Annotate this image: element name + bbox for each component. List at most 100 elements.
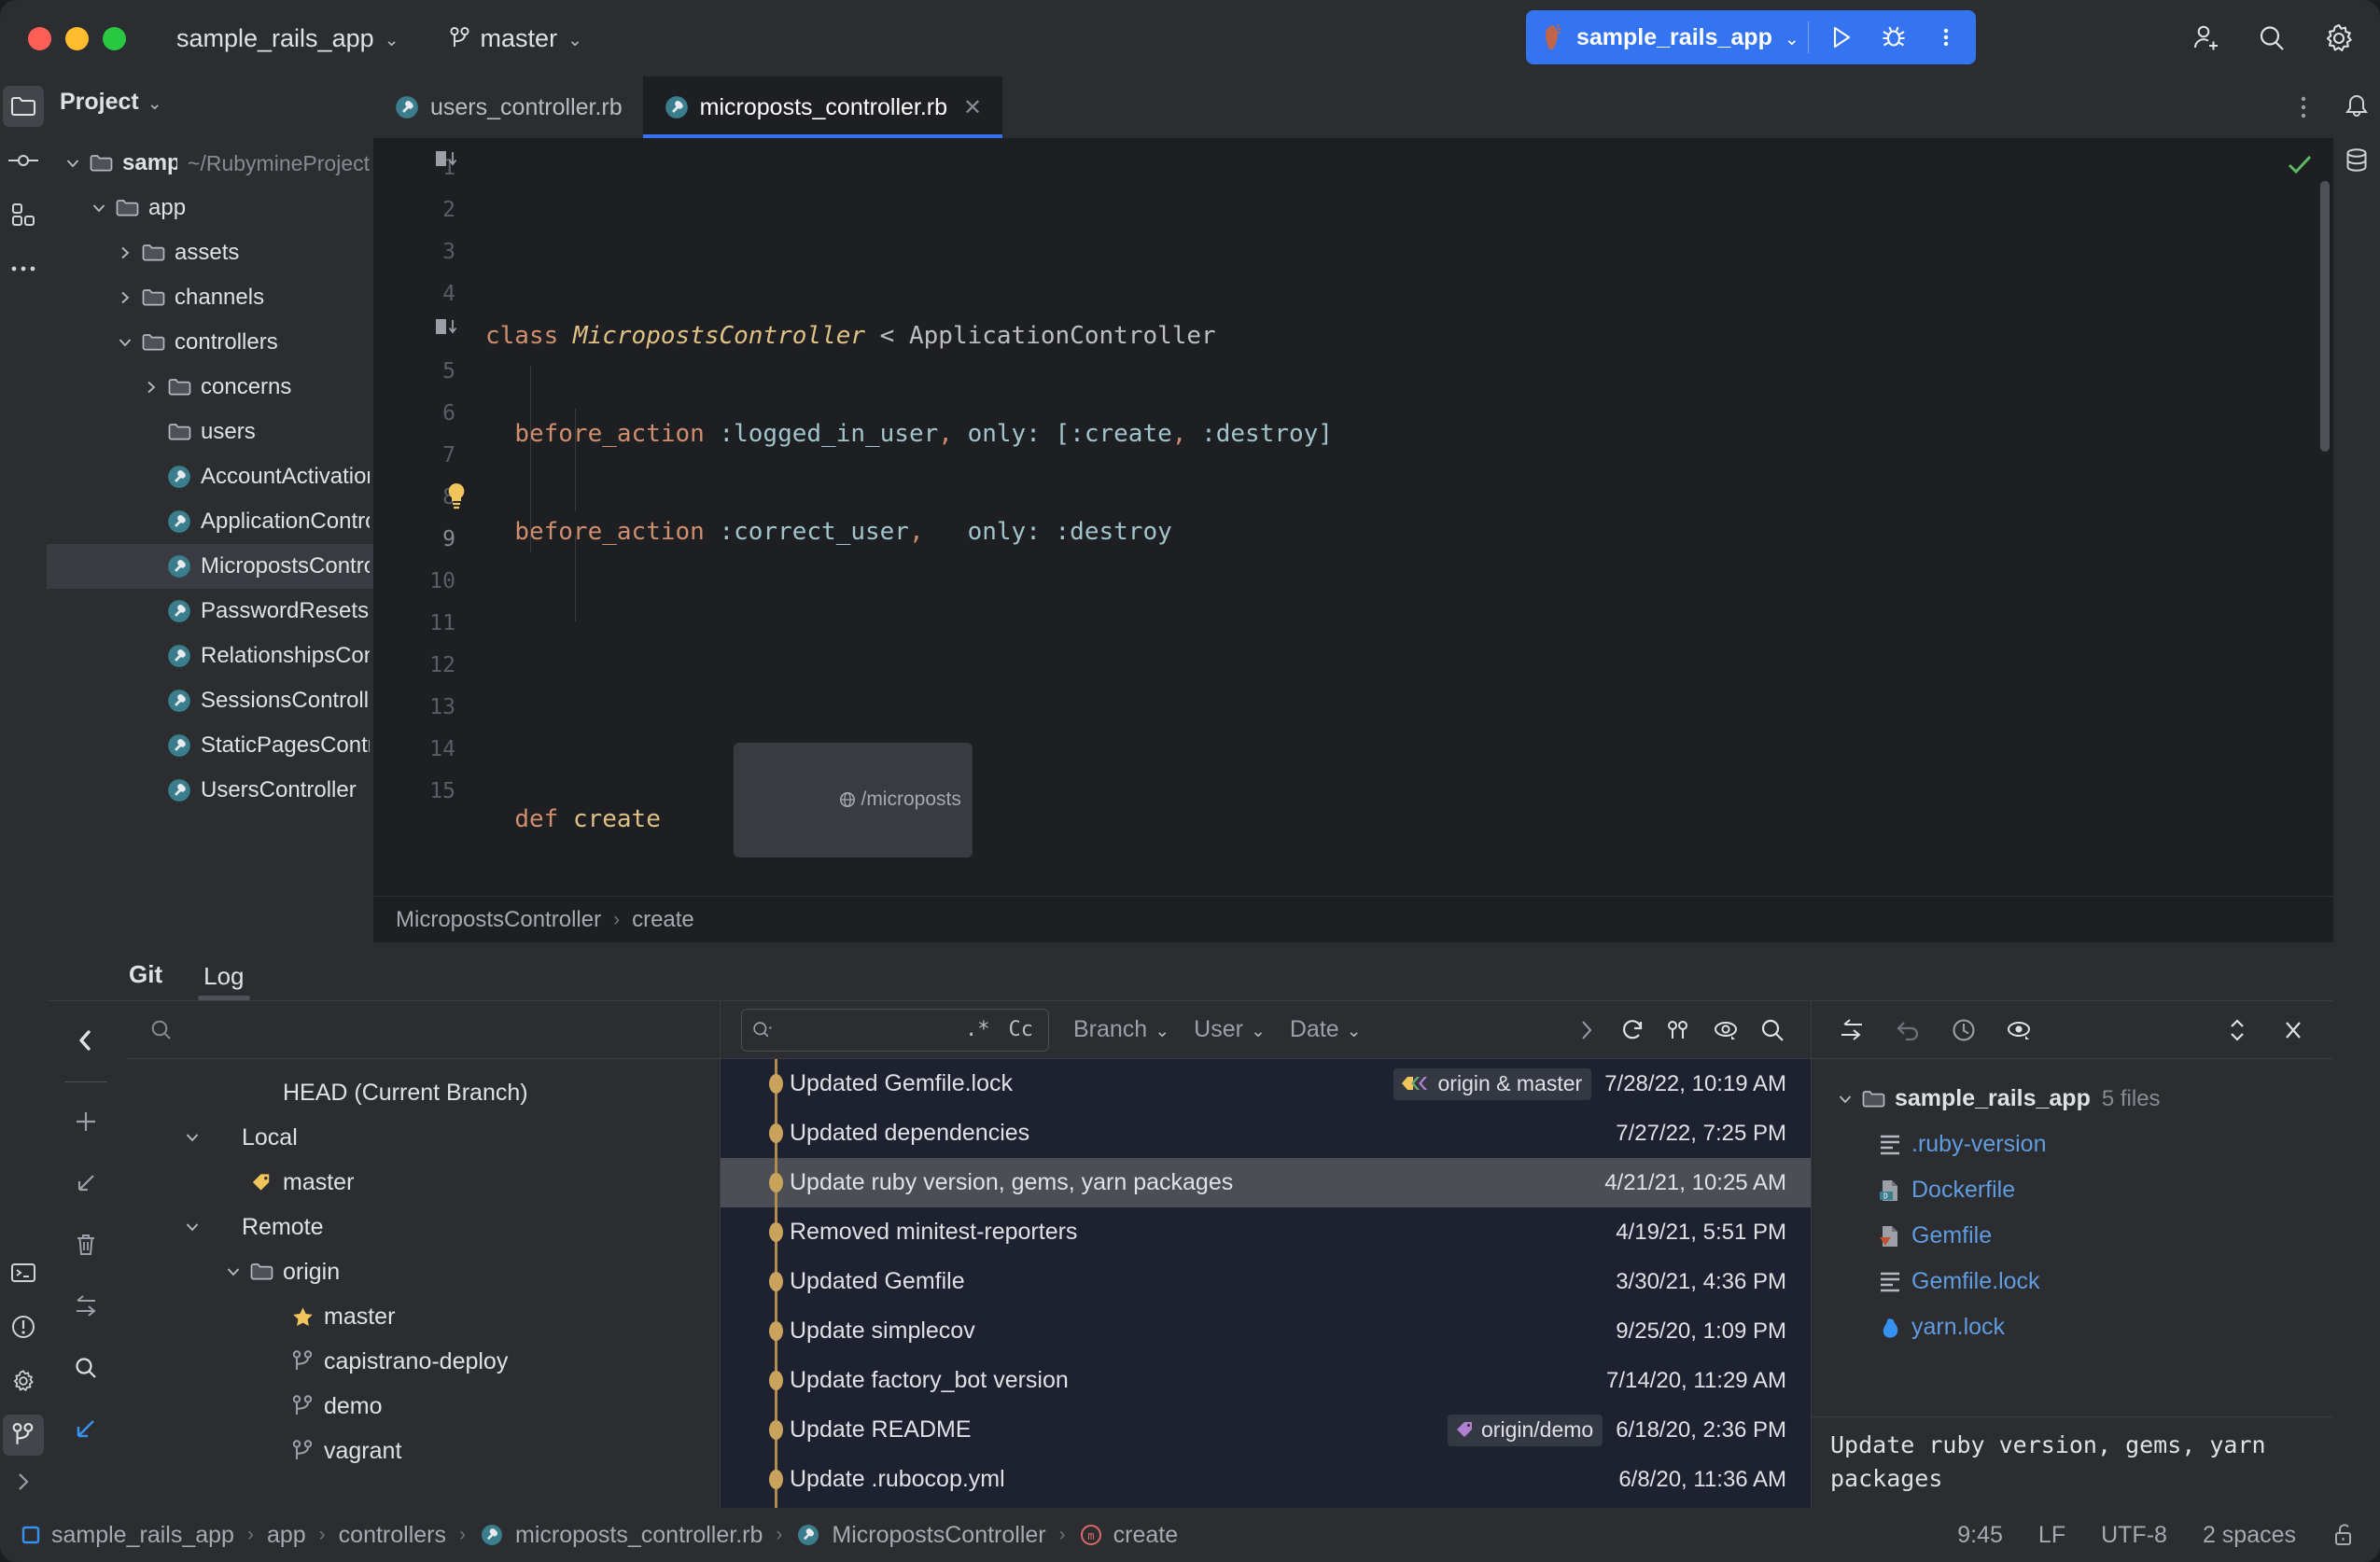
changed-file-row[interactable]: yarn.lock bbox=[1812, 1304, 2333, 1350]
editor-gutter[interactable]: 1 2 3 4 5 6 7 8 9 10 11 12 13 14 15 bbox=[373, 138, 465, 896]
commit-row[interactable]: Change EnforcedStyle to double_quotes6/8… bbox=[721, 1504, 1811, 1508]
maximize-window-button[interactable] bbox=[103, 26, 126, 50]
close-window-button[interactable] bbox=[28, 26, 51, 50]
project-tool-icon[interactable] bbox=[3, 86, 44, 127]
debug-button[interactable] bbox=[1869, 15, 1918, 60]
commit-search-field[interactable]: .* Cc bbox=[741, 1008, 1049, 1052]
project-tree-item[interactable]: PasswordResetsController bbox=[47, 589, 373, 634]
commit-ref-label[interactable]: origin/demo bbox=[1448, 1414, 1603, 1446]
status-breadcrumb-label[interactable]: controllers bbox=[339, 1522, 446, 1549]
search-icon[interactable] bbox=[60, 1342, 112, 1394]
changed-file-row[interactable]: Gemfile bbox=[1812, 1213, 2333, 1259]
code-text[interactable]: class MicropostsController < Application… bbox=[465, 138, 2333, 896]
filter-date[interactable]: Date ⌄ bbox=[1290, 1016, 1362, 1043]
commit-row[interactable]: Update factory_bot version 7/14/20, 11:29… bbox=[721, 1356, 1811, 1405]
revert-icon[interactable] bbox=[1884, 1007, 1931, 1053]
project-tree-item[interactable]: ApplicationController bbox=[47, 499, 373, 544]
branch-tree-item[interactable]: Local bbox=[125, 1115, 720, 1160]
tree-arrow-icon[interactable] bbox=[112, 334, 138, 351]
collapse-icon[interactable] bbox=[60, 1014, 112, 1067]
delete-icon[interactable] bbox=[60, 1219, 112, 1271]
add-icon[interactable] bbox=[60, 1095, 112, 1148]
changed-files-root[interactable]: sample_rails_app 5 files bbox=[1812, 1076, 2333, 1122]
run-method-gutter-icon[interactable] bbox=[435, 317, 459, 338]
status-breadcrumb-method[interactable]: m create bbox=[1079, 1522, 1178, 1549]
chevron-right-icon[interactable] bbox=[1562, 1007, 1609, 1053]
branch-tree-item[interactable]: demo bbox=[125, 1384, 720, 1429]
git-tool-icon[interactable] bbox=[3, 1415, 44, 1456]
editor-scrollbar[interactable] bbox=[2320, 181, 2330, 452]
commit-list[interactable]: Updated Gemfile.lock origin & master 7/28/… bbox=[721, 1059, 1811, 1508]
caret-position[interactable]: 9:45 bbox=[1957, 1522, 2003, 1549]
project-tree-item[interactable]: controllers bbox=[47, 320, 373, 365]
search-icon[interactable] bbox=[2251, 18, 2292, 59]
tree-arrow-icon[interactable] bbox=[60, 155, 86, 172]
commit-row[interactable]: Updated Gemfile 3/30/21, 4:36 PM bbox=[721, 1257, 1811, 1306]
project-selector[interactable]: sample_rails_app ⌄ bbox=[165, 18, 411, 60]
branch-filter-field[interactable] bbox=[125, 1001, 720, 1059]
chevron-down-icon[interactable]: ⌄ bbox=[147, 95, 162, 113]
tree-arrow-icon[interactable] bbox=[112, 289, 138, 306]
minimize-window-button[interactable] bbox=[65, 26, 89, 50]
indent-setting[interactable]: 2 spaces bbox=[2203, 1522, 2296, 1549]
editor-tab[interactable]: users_controller.rb bbox=[373, 77, 643, 138]
commit-tool-icon[interactable] bbox=[3, 140, 44, 181]
breadcrumb-item[interactable]: MicropostsController bbox=[396, 907, 601, 933]
commit-row[interactable]: Removed minitest-reporters 4/19/21, 5:51 … bbox=[721, 1207, 1811, 1257]
route-badge-row[interactable]: /microposts bbox=[465, 707, 2333, 858]
filter-branch[interactable]: Branch ⌄ bbox=[1073, 1016, 1169, 1043]
commit-row[interactable]: Update simplecov 9/25/20, 1:09 PM bbox=[721, 1306, 1811, 1356]
commit-row[interactable]: Update ruby version, gems, yarn packages… bbox=[721, 1158, 1811, 1207]
project-tree-item[interactable]: channels bbox=[47, 275, 373, 320]
filter-user[interactable]: User ⌄ bbox=[1194, 1016, 1266, 1043]
line-separator[interactable]: LF bbox=[2038, 1522, 2065, 1549]
run-class-gutter-icon[interactable] bbox=[435, 149, 459, 170]
problems-tool-icon[interactable] bbox=[3, 1306, 44, 1347]
changed-file-row[interactable]: Gemfile.lock bbox=[1812, 1259, 2333, 1304]
route-gutter-badge[interactable]: /microposts bbox=[734, 743, 973, 858]
commit-row[interactable]: Updated dependencies 7/27/22, 7:25 PM bbox=[721, 1109, 1811, 1158]
notifications-icon[interactable] bbox=[2336, 86, 2377, 127]
commit-row[interactable]: Updated Gemfile.lock origin & master 7/28/… bbox=[721, 1059, 1811, 1109]
branch-tree-item[interactable]: HEAD (Current Branch) bbox=[125, 1070, 720, 1115]
compare-icon[interactable] bbox=[60, 1280, 112, 1332]
tree-arrow-icon[interactable] bbox=[1832, 1091, 1858, 1108]
database-icon[interactable] bbox=[2336, 140, 2377, 181]
project-tree-item[interactable]: AccountActivationsController bbox=[47, 454, 373, 499]
jump-icon[interactable] bbox=[60, 1403, 112, 1456]
tree-arrow-icon[interactable] bbox=[86, 200, 112, 216]
fetch-icon[interactable] bbox=[60, 1157, 112, 1209]
branch-tree-item[interactable]: master bbox=[125, 1160, 720, 1205]
project-tree-item[interactable]: assets bbox=[47, 230, 373, 275]
history-icon[interactable] bbox=[1940, 1007, 1987, 1053]
project-tree-item[interactable]: MicropostsController bbox=[47, 544, 373, 589]
editor-options-icon[interactable] bbox=[2287, 77, 2320, 138]
status-breadcrumb-module[interactable]: sample_rails_app bbox=[21, 1522, 234, 1549]
branch-selector[interactable]: master ⌄ bbox=[439, 18, 594, 60]
commit-ref-label[interactable]: origin & master bbox=[1393, 1067, 1592, 1100]
project-panel-header[interactable]: Project ⌄ bbox=[47, 77, 373, 128]
status-breadcrumb-label[interactable]: app bbox=[267, 1522, 306, 1549]
branch-tree-item[interactable]: master bbox=[125, 1294, 720, 1339]
breadcrumb-item[interactable]: create bbox=[632, 907, 694, 933]
file-encoding[interactable]: UTF-8 bbox=[2101, 1522, 2167, 1549]
run-more-button[interactable] bbox=[1922, 15, 1970, 60]
project-tree-item[interactable]: sample_rails_app ~/RubymineProject bbox=[47, 141, 373, 186]
show-details-icon[interactable] bbox=[1702, 1007, 1749, 1053]
commit-row[interactable]: Update .rubocop.yml 6/8/20, 11:36 AM bbox=[721, 1455, 1811, 1504]
more-tools-icon[interactable] bbox=[3, 248, 44, 289]
tab-log[interactable]: Log bbox=[198, 962, 250, 1000]
code-editor[interactable]: 1 2 3 4 5 6 7 8 9 10 11 12 13 14 15 clas… bbox=[373, 138, 2333, 896]
project-tree-item[interactable]: concerns bbox=[47, 365, 373, 410]
chevron-down-icon[interactable]: ⌄ bbox=[1785, 31, 1799, 49]
branch-tree-item[interactable]: Remote bbox=[125, 1205, 720, 1249]
project-tree-item[interactable]: StaticPagesController bbox=[47, 723, 373, 768]
branch-tree-item[interactable]: vagrant bbox=[125, 1429, 720, 1473]
tree-arrow-icon[interactable] bbox=[179, 1219, 205, 1235]
gear-icon[interactable] bbox=[2318, 18, 2359, 59]
changed-file-row[interactable]: .ruby-version bbox=[1812, 1122, 2333, 1167]
branch-tree-item[interactable]: origin bbox=[125, 1249, 720, 1294]
compare-icon[interactable] bbox=[1828, 1007, 1875, 1053]
intellisort-icon[interactable] bbox=[1656, 1007, 1702, 1053]
changed-file-row[interactable]: D Dockerfile bbox=[1812, 1167, 2333, 1213]
